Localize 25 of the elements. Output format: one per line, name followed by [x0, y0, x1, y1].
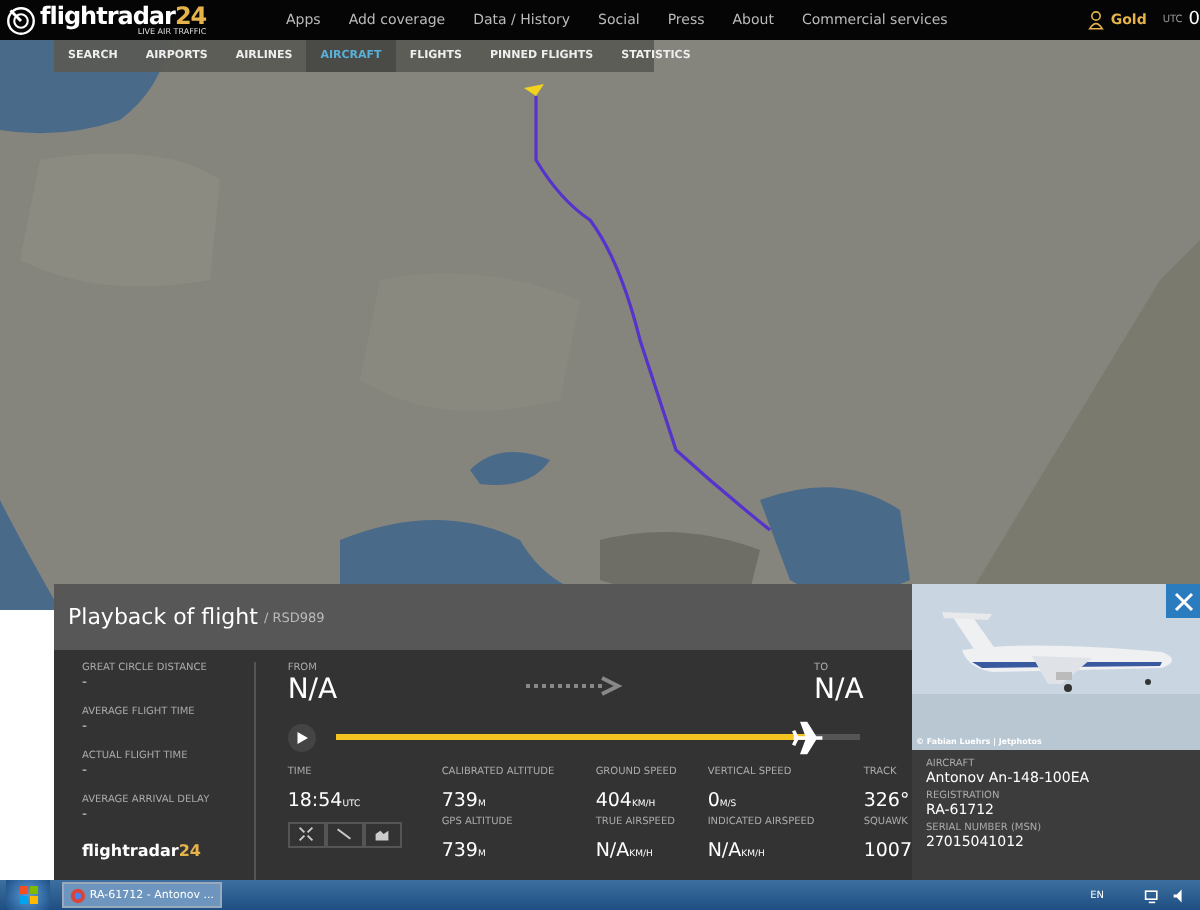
speaker-icon[interactable]	[1172, 887, 1188, 903]
altitude-graph-button[interactable]	[363, 821, 402, 848]
graph-icon	[374, 826, 391, 843]
origin-airport: N/A	[287, 674, 338, 708]
reading-value: 1007	[863, 840, 912, 863]
fit-view-icon	[298, 826, 315, 843]
browser-icon	[70, 887, 86, 903]
radar-logo-icon	[6, 5, 36, 35]
logo-text: flightradar24	[82, 842, 203, 860]
start-button[interactable]	[6, 880, 50, 910]
network-icon[interactable]	[1144, 887, 1160, 903]
play-icon	[295, 731, 308, 744]
route-button[interactable]	[325, 821, 364, 848]
panel-title: Playback of flight	[68, 604, 258, 630]
logo-text[interactable]: flightradar24	[40, 4, 207, 28]
arrow-icon	[525, 675, 626, 696]
fit-view-button[interactable]	[287, 821, 326, 848]
destination-airport: N/A	[814, 674, 864, 708]
reading-value: 326°	[863, 790, 910, 813]
route-icon	[336, 826, 353, 843]
play-button[interactable]	[287, 723, 316, 752]
windows-logo-icon	[19, 886, 37, 904]
user-icon[interactable]	[1088, 10, 1105, 30]
airplane-icon[interactable]	[789, 719, 826, 756]
utc-time: 0	[1188, 10, 1200, 30]
